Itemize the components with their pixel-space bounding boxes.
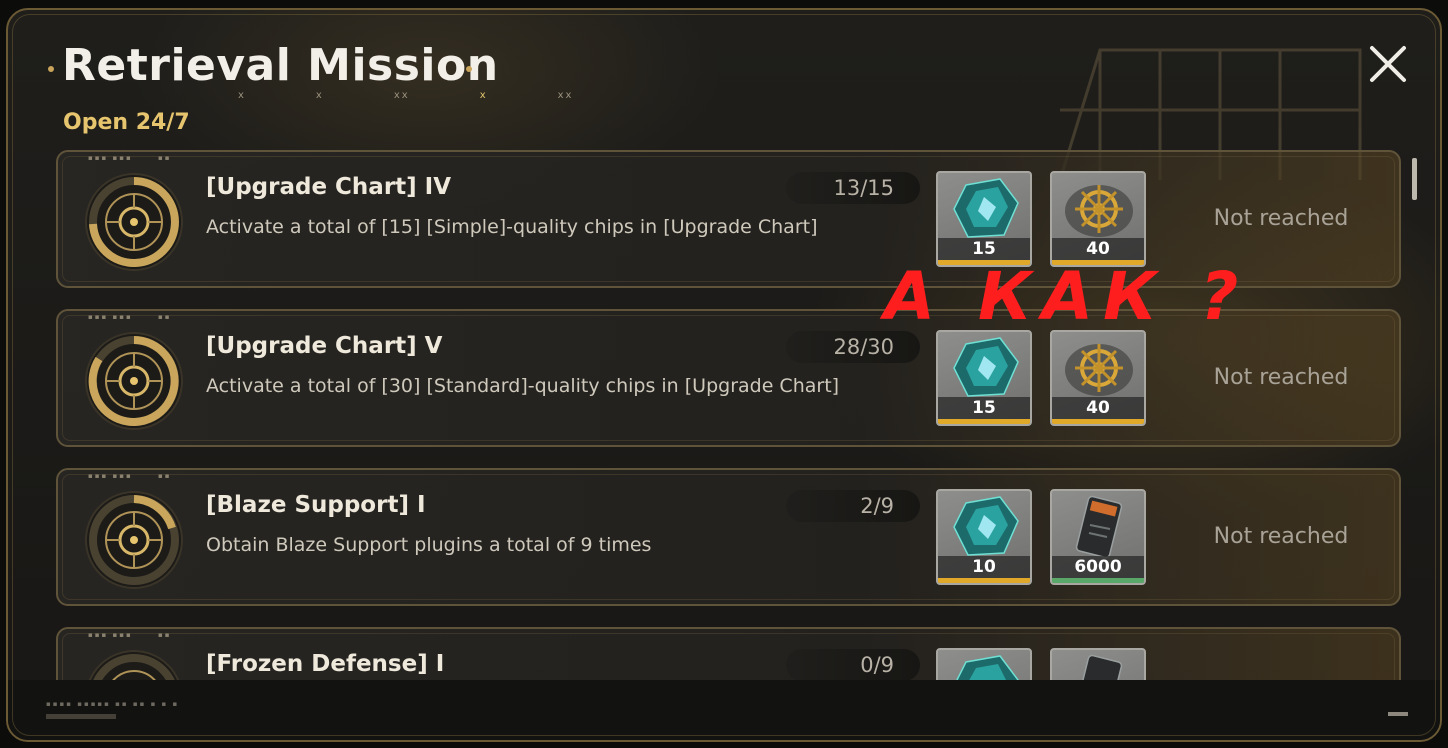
- mission-emblem-icon: [85, 173, 183, 271]
- reward-rarity-bar: [938, 419, 1030, 424]
- reward-quantity: 10: [938, 556, 1030, 578]
- title-dot-decoration: [466, 66, 472, 72]
- title-mark: x: [479, 90, 488, 101]
- reward-quantity: 40: [1052, 397, 1144, 419]
- reward-item[interactable]: 40: [1050, 171, 1146, 267]
- mission-title: [Frozen Defense] I: [206, 651, 445, 677]
- mission-emblem-icon: [88, 650, 180, 680]
- reward-item[interactable]: 15: [936, 330, 1032, 426]
- crystal-icon: [953, 178, 1019, 238]
- mission-description: Obtain Blaze Support plugins a total of …: [206, 534, 652, 556]
- mission-status: Not reached: [1213, 524, 1349, 549]
- page-title: Retrieval Mission: [62, 40, 499, 91]
- title-marks-decoration: x x xx x xx: [238, 90, 643, 101]
- mission-title: [Upgrade Chart] IV: [206, 174, 452, 200]
- credit-card-icon: [1075, 654, 1123, 680]
- retrieval-mission-window: Retrieval Mission x x xx x xx Open 24/7 ▪▪▪ …: [6, 8, 1442, 742]
- mission-card: ▪▪▪ ▪▪▪ ▪▪ [Frozen Defense] I 0/9: [56, 627, 1401, 680]
- card-corner-decoration: ▪▪▪ ▪▪▪ ▪▪: [88, 313, 172, 321]
- reward-rarity-bar: [1052, 419, 1144, 424]
- mission-progress: 13/15: [786, 172, 920, 204]
- mission-progress: 0/9: [786, 649, 920, 680]
- reward-item[interactable]: [936, 648, 1032, 680]
- reward-rarity-bar: [938, 578, 1030, 583]
- title-dot-decoration: [48, 66, 54, 72]
- reward-quantity: 15: [938, 238, 1030, 260]
- crystal-icon: [953, 496, 1019, 556]
- mission-status: Not reached: [1213, 365, 1349, 390]
- mission-progress: 28/30: [786, 331, 920, 363]
- reward-quantity: 15: [938, 397, 1030, 419]
- footer-bar: ▪▪▪▪ ▪▪▪▪▪ ▪▪ ▪▪ ▪ ▪ ▪: [8, 680, 1440, 740]
- reward-item[interactable]: [1050, 648, 1146, 680]
- footer-decoration: ▪▪▪▪ ▪▪▪▪▪ ▪▪ ▪▪ ▪ ▪ ▪: [46, 700, 180, 708]
- card-corner-decoration: ▪▪▪ ▪▪▪ ▪▪: [88, 631, 172, 639]
- title-mark: x: [238, 90, 246, 101]
- footer-strip-decoration: [46, 714, 116, 719]
- handwritten-annotation: А КАК ?: [884, 258, 1249, 335]
- mission-title: [Upgrade Chart] V: [206, 333, 443, 359]
- credit-card-icon: [1075, 495, 1123, 559]
- close-icon[interactable]: [1366, 42, 1410, 86]
- mission-description: Activate a total of [30] [Standard]-qual…: [206, 375, 840, 397]
- gold-emblem-icon: [1065, 185, 1133, 237]
- title-mark: xx: [393, 90, 410, 101]
- reward-item[interactable]: 6000: [1050, 489, 1146, 585]
- title-mark: xx: [557, 90, 574, 101]
- mission-title: [Blaze Support] I: [206, 492, 426, 518]
- reward-quantity: 6000: [1052, 556, 1144, 578]
- mission-list: ▪▪▪ ▪▪▪ ▪▪ [Upgrade Chart] IV Activate a…: [56, 150, 1401, 680]
- mission-description: Activate a total of [15] [Simple]-qualit…: [206, 216, 818, 238]
- crystal-icon: [953, 337, 1019, 397]
- mission-card: ▪▪▪ ▪▪▪ ▪▪ [Blaze Support] I Obtain Blaz…: [56, 468, 1401, 606]
- mission-emblem-icon: [85, 332, 183, 430]
- gold-emblem-icon: [1065, 344, 1133, 396]
- card-corner-decoration: ▪▪▪ ▪▪▪ ▪▪: [88, 154, 172, 162]
- reward-item[interactable]: 10: [936, 489, 1032, 585]
- reward-quantity: 40: [1052, 238, 1144, 260]
- reward-rarity-bar: [1052, 578, 1144, 583]
- card-corner-decoration: ▪▪▪ ▪▪▪ ▪▪: [88, 472, 172, 480]
- availability-subtitle: Open 24/7: [63, 110, 190, 135]
- reward-item[interactable]: 40: [1050, 330, 1146, 426]
- list-scrollbar[interactable]: [1412, 158, 1417, 200]
- mission-progress: 2/9: [786, 490, 920, 522]
- crystal-icon: [956, 655, 1019, 680]
- title-mark: x: [315, 90, 324, 101]
- mission-status: Not reached: [1213, 206, 1349, 231]
- mission-emblem-icon: [85, 491, 183, 589]
- reward-item[interactable]: 15: [936, 171, 1032, 267]
- footer-dash-decoration: [1388, 712, 1408, 716]
